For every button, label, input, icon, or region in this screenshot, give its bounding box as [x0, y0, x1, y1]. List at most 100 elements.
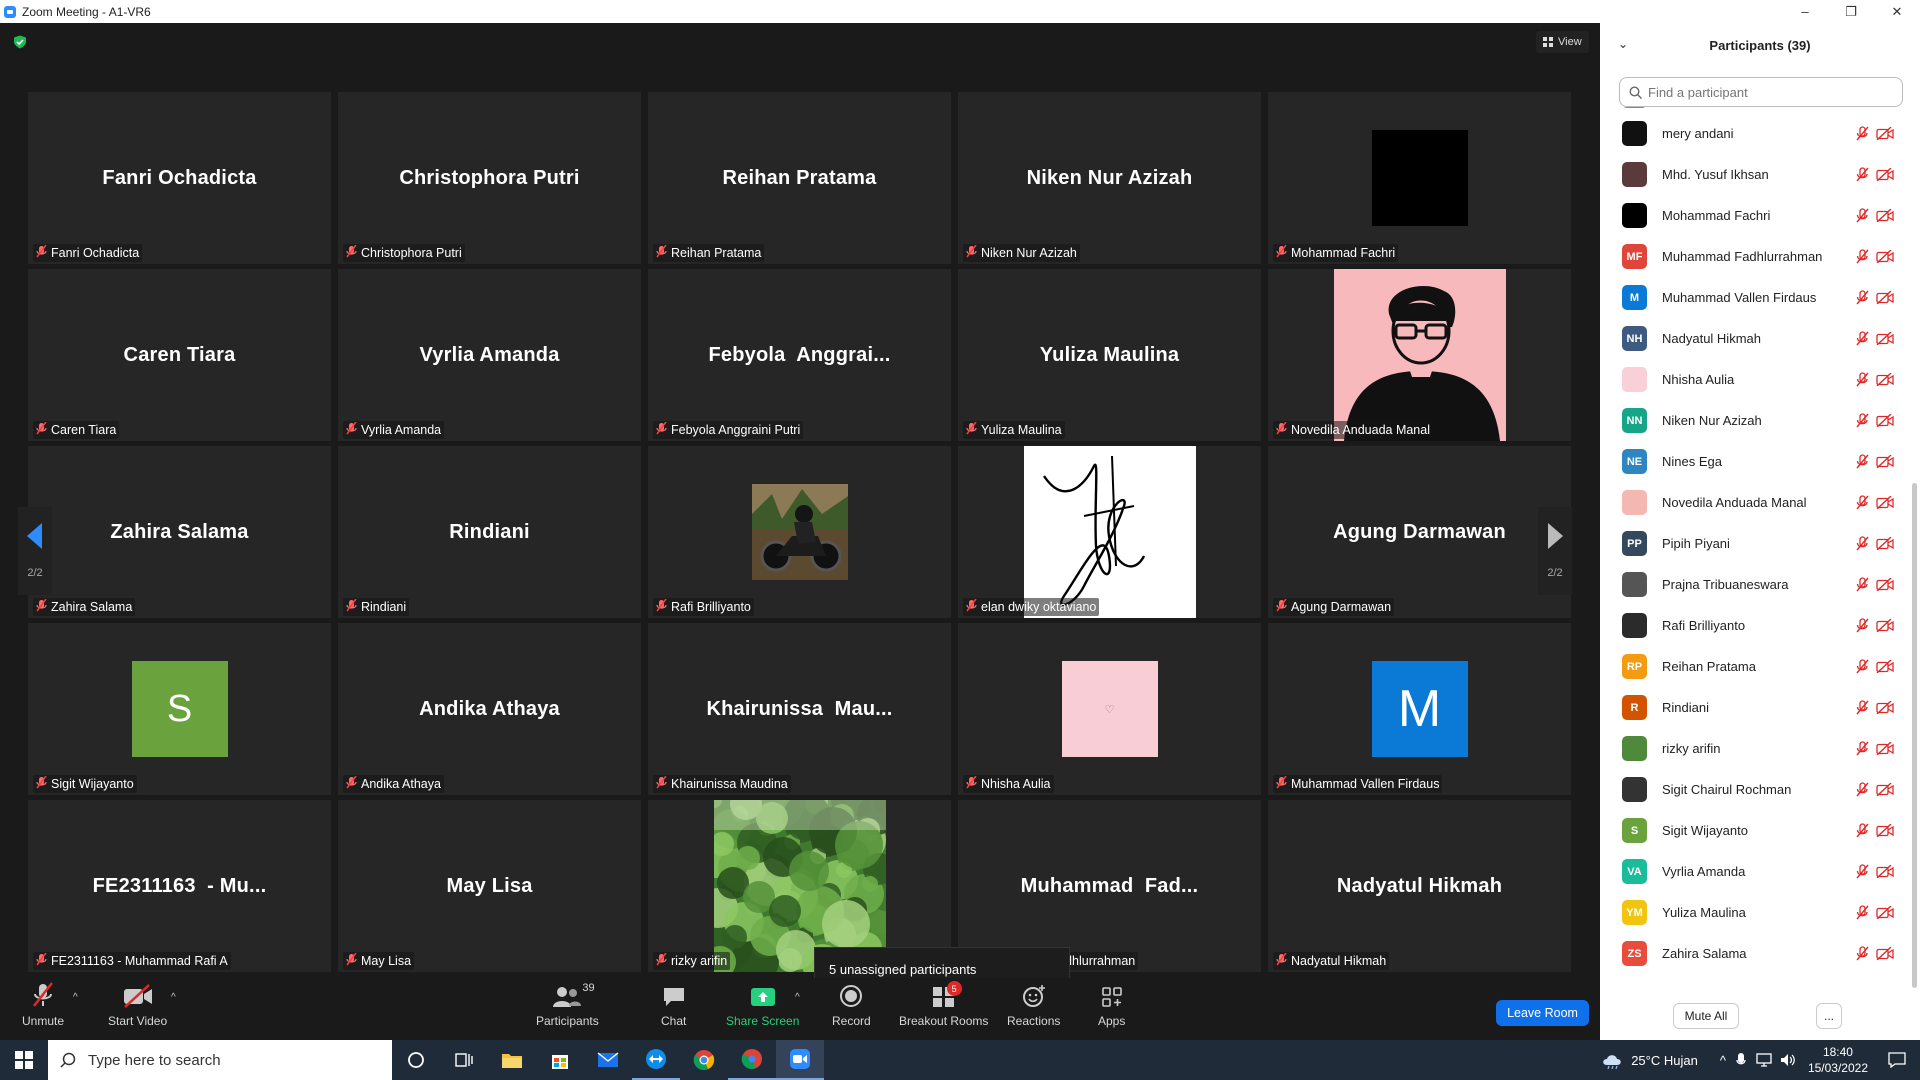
next-page-button[interactable]: 2/2 [1538, 507, 1572, 595]
participant-row[interactable]: R Rindiani [1600, 687, 1914, 728]
chrome-profile-taskbar-button[interactable] [728, 1040, 776, 1080]
minimize-button[interactable]: – [1782, 0, 1828, 23]
leave-room-button[interactable]: Leave Room [1496, 1000, 1589, 1026]
video-tile[interactable]: S Sigit Wijayanto [28, 623, 331, 795]
participant-list-scrollbar[interactable] [1912, 483, 1917, 988]
start-button[interactable] [0, 1040, 48, 1080]
participant-row[interactable]: M Muhammad Vallen Firdaus [1600, 277, 1914, 318]
breakout-rooms-button[interactable]: 5 Breakout Rooms [899, 981, 988, 1028]
muted-mic-icon [966, 775, 977, 792]
previous-page-button[interactable]: 2/2 [18, 507, 52, 595]
participant-row[interactable]: RP Reihan Pratama [1600, 646, 1914, 687]
video-tile[interactable]: ♡ Nhisha Aulia [958, 623, 1261, 795]
tray-mic-icon[interactable] [1736, 1052, 1746, 1068]
video-tile[interactable]: Andika Athaya Andika Athaya [338, 623, 641, 795]
network-icon[interactable] [1756, 1053, 1772, 1067]
video-tile[interactable]: Rindiani Rindiani [338, 446, 641, 618]
record-label: Record [832, 1014, 871, 1028]
chrome-taskbar-button[interactable] [680, 1040, 728, 1080]
notifications-icon[interactable] [1888, 1052, 1906, 1068]
share-options-caret-icon[interactable]: ^ [795, 992, 800, 1003]
video-tile[interactable]: Mohammad Fachri [1268, 92, 1571, 264]
participant-row[interactable]: rizky arifin [1600, 728, 1914, 769]
muted-mic-icon [1855, 618, 1869, 633]
participants-button[interactable]: 39 Participants [536, 982, 599, 1028]
close-button[interactable]: ✕ [1874, 0, 1920, 23]
video-tile[interactable]: Khairunissa Mau... Khairunissa Maudina [648, 623, 951, 795]
video-tile[interactable]: Agung Darmawan Agung Darmawan [1268, 446, 1571, 618]
weather-text[interactable]: 25°C Hujan [1631, 1053, 1698, 1068]
volume-icon[interactable] [1780, 1053, 1796, 1067]
view-button[interactable]: View [1536, 31, 1589, 53]
more-options-button[interactable]: ... [1816, 1003, 1842, 1029]
muted-mic-icon [966, 244, 977, 261]
share-screen-button[interactable]: Share Screen [726, 982, 799, 1028]
video-tile[interactable]: M Muhammad Vallen Firdaus [1268, 623, 1571, 795]
participant-row[interactable]: S Sigit Wijayanto [1600, 810, 1914, 851]
participant-name: Nadyatul Hikmah [1662, 331, 1761, 346]
participant-row[interactable]: mery andani [1600, 113, 1914, 154]
mute-all-button[interactable]: Mute All [1673, 1003, 1739, 1029]
video-tile[interactable]: Christophora Putri Christophora Putri [338, 92, 641, 264]
task-view-button[interactable] [440, 1040, 488, 1080]
participant-row[interactable]: Nhisha Aulia [1600, 359, 1914, 400]
participant-row[interactable]: Mohammad Fachri [1600, 195, 1914, 236]
zoom-taskbar-button[interactable] [776, 1040, 824, 1080]
participant-search-input[interactable] [1648, 84, 1888, 100]
participant-row[interactable]: MF Muhammad Fadhlurrahman [1600, 236, 1914, 277]
video-tile[interactable]: FE2311163 - Mu... FE2311163 - Muhammad Ra… [28, 800, 331, 972]
taskbar-search-box[interactable]: Type here to search [48, 1040, 392, 1080]
participant-row[interactable]: Mhd. Yusuf Ikhsan [1600, 154, 1914, 195]
maximize-button[interactable]: ❐ [1828, 0, 1874, 23]
clock[interactable]: 18:40 15/03/2022 [1808, 1044, 1868, 1076]
video-tile[interactable]: Reihan Pratama Reihan Pratama [648, 92, 951, 264]
store-taskbar-button[interactable] [536, 1040, 584, 1080]
muted-mic-icon [1855, 454, 1869, 469]
security-shield-icon[interactable] [13, 35, 27, 49]
cortana-button[interactable] [392, 1040, 440, 1080]
video-tile[interactable]: Novedila Anduada Manal [1268, 269, 1571, 441]
video-tile[interactable]: Caren Tiara Caren Tiara [28, 269, 331, 441]
apps-button[interactable]: Apps [1098, 982, 1125, 1028]
video-tile[interactable]: elan dwiky oktaviano [958, 446, 1261, 618]
participant-row[interactable]: Rafi Brilliyanto [1600, 605, 1914, 646]
participant-row[interactable]: NE Nines Ega [1600, 441, 1914, 482]
participant-row[interactable]: VA Vyrlia Amanda [1600, 851, 1914, 892]
reactions-button[interactable]: Reactions [1007, 982, 1060, 1028]
participant-row[interactable]: NH Nadyatul Hikmah [1600, 318, 1914, 359]
video-tile[interactable]: Febyola Anggrai... Febyola Anggraini Putr… [648, 269, 951, 441]
grid-icon [1543, 37, 1553, 47]
participant-row[interactable]: Sigit Chairul Rochman [1600, 769, 1914, 810]
video-tile[interactable]: Yuliza Maulina Yuliza Maulina [958, 269, 1261, 441]
mail-taskbar-button[interactable] [584, 1040, 632, 1080]
participant-row[interactable]: NN Niken Nur Azizah [1600, 400, 1914, 441]
participant-name: Christophora Putri [361, 246, 462, 260]
participant-row[interactable]: Prajna Tribuaneswara [1600, 564, 1914, 605]
participant-row[interactable]: YM Yuliza Maulina [1600, 892, 1914, 933]
video-tile[interactable]: Nadyatul Hikmah Nadyatul Hikmah [1268, 800, 1571, 972]
video-tile[interactable]: Fanri Ochadicta Fanri Ochadicta [28, 92, 331, 264]
participant-row[interactable]: Novedila Anduada Manal [1600, 482, 1914, 523]
video-tile[interactable]: May Lisa May Lisa [338, 800, 641, 972]
muted-mic-icon [1855, 700, 1869, 715]
audio-options-caret-icon[interactable]: ^ [73, 992, 78, 1003]
chat-button[interactable]: Chat [661, 982, 686, 1028]
participant-search-box[interactable] [1619, 77, 1903, 107]
collapse-panel-chevron-icon[interactable]: ⌄ [1618, 37, 1628, 51]
unmute-button[interactable]: Unmute [22, 982, 64, 1028]
tray-expand-icon[interactable]: ^ [1720, 1053, 1726, 1068]
participant-name: Agung Darmawan [1291, 600, 1392, 614]
video-tile[interactable]: Niken Nur Azizah Niken Nur Azizah [958, 92, 1261, 264]
teamviewer-taskbar-button[interactable] [632, 1040, 680, 1080]
video-tile[interactable]: Vyrlia Amanda Vyrlia Amanda [338, 269, 641, 441]
video-tile[interactable]: Rafi Brilliyanto [648, 446, 951, 618]
start-video-button[interactable]: Start Video [108, 982, 167, 1028]
record-button[interactable]: Record [832, 982, 871, 1028]
video-tile[interactable]: Zahira Salama Zahira Salama [28, 446, 331, 618]
file-explorer-taskbar-button[interactable] [488, 1040, 536, 1080]
participants-panel: ⌄ Participants (39) mery andani Mhd. Yusu… [1600, 23, 1920, 1040]
participant-row[interactable]: ZS Zahira Salama [1600, 933, 1914, 974]
video-options-caret-icon[interactable]: ^ [171, 992, 176, 1003]
participant-row[interactable]: PP Pipih Piyani [1600, 523, 1914, 564]
participant-avatar: NN [1622, 408, 1647, 433]
